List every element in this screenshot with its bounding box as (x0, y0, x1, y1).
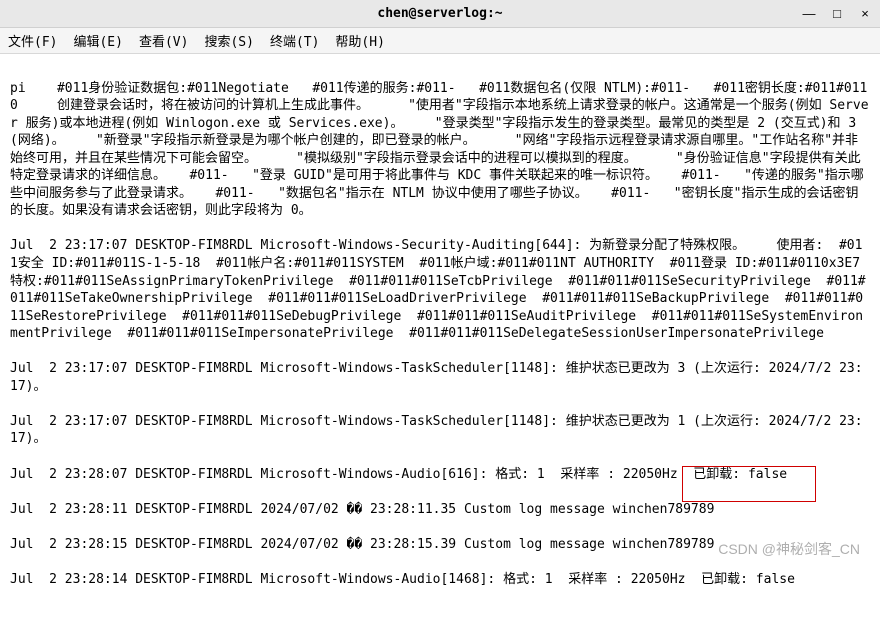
window-title: chen@serverlog:~ (377, 6, 502, 21)
log-line: Jul 2 23:17:07 DESKTOP-FIM8RDL Microsoft… (10, 413, 870, 448)
log-line: pi #011身份验证数据包:#011Negotiate #011传递的服务:#… (10, 80, 870, 220)
maximize-button[interactable]: □ (828, 4, 846, 22)
watermark: CSDN @神秘剑客_CN (718, 539, 860, 559)
menubar: 文件(F) 编辑(E) 查看(V) 搜索(S) 终端(T) 帮助(H) (0, 28, 880, 54)
minimize-button[interactable]: — (800, 4, 818, 22)
log-line: Jul 2 23:28:07 DESKTOP-FIM8RDL Microsoft… (10, 466, 870, 484)
menu-view[interactable]: 查看(V) (139, 31, 188, 50)
menu-search[interactable]: 搜索(S) (204, 31, 253, 50)
menu-edit[interactable]: 编辑(E) (73, 31, 122, 50)
log-line: Jul 2 23:17:07 DESKTOP-FIM8RDL Microsoft… (10, 360, 870, 395)
menu-file[interactable]: 文件(F) (8, 31, 57, 50)
log-line: Jul 2 23:28:11 DESKTOP-FIM8RDL 2024/07/0… (10, 501, 870, 519)
close-button[interactable]: × (856, 4, 874, 22)
window-controls: — □ × (800, 4, 874, 22)
menu-help[interactable]: 帮助(H) (335, 31, 384, 50)
menu-terminal[interactable]: 终端(T) (270, 31, 319, 50)
log-line: Jul 2 23:17:07 DESKTOP-FIM8RDL Microsoft… (10, 237, 870, 342)
titlebar: chen@serverlog:~ — □ × (0, 0, 880, 28)
log-line: Jul 2 23:28:14 DESKTOP-FIM8RDL Microsoft… (10, 571, 870, 589)
